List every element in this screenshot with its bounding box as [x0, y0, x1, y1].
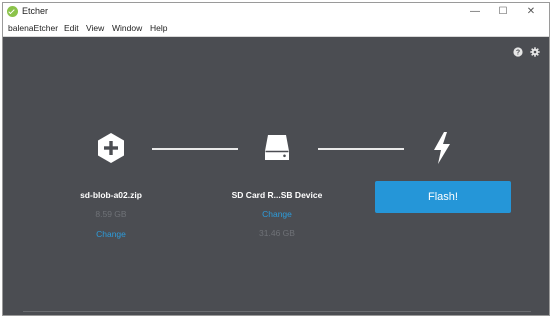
change-drive-link[interactable]: Change	[217, 209, 337, 219]
menu-bar: balenaEtcher Edit View Window Help	[3, 21, 549, 37]
plus-hexagon-icon[interactable]	[97, 132, 125, 164]
image-size: 8.59 GB	[95, 209, 127, 219]
drive-icon[interactable]	[262, 133, 292, 163]
drive-size: 31.46 GB	[259, 228, 295, 238]
drive-name: SD Card R...SB Device	[231, 190, 323, 200]
menu-balenaetcher[interactable]: balenaEtcher	[8, 23, 58, 33]
footer-divider	[23, 311, 531, 312]
close-button[interactable]: ✕	[517, 3, 545, 21]
image-filename: sd-blob-a02.zip	[80, 190, 142, 200]
svg-text:?: ?	[516, 50, 520, 57]
change-image-link[interactable]: Change	[61, 229, 161, 239]
settings-icon[interactable]	[530, 47, 540, 57]
help-icon[interactable]: ?	[513, 47, 523, 57]
etcher-logo-icon	[7, 6, 18, 17]
menu-edit[interactable]: Edit	[64, 23, 79, 33]
flash-button[interactable]: Flash!	[375, 181, 511, 213]
menu-window[interactable]: Window	[112, 23, 142, 33]
menu-view[interactable]: View	[86, 23, 104, 33]
step-connector	[318, 148, 404, 150]
window-title: Etcher	[22, 6, 49, 16]
lightning-icon	[434, 132, 450, 164]
step-connector	[152, 148, 238, 150]
minimize-button[interactable]: —	[461, 3, 489, 21]
etcher-window: Etcher — ☐ ✕ balenaEtcher Edit View Wind…	[2, 2, 550, 316]
menu-help[interactable]: Help	[150, 23, 167, 33]
maximize-button[interactable]: ☐	[489, 3, 517, 21]
title-bar: Etcher — ☐ ✕	[3, 3, 549, 21]
